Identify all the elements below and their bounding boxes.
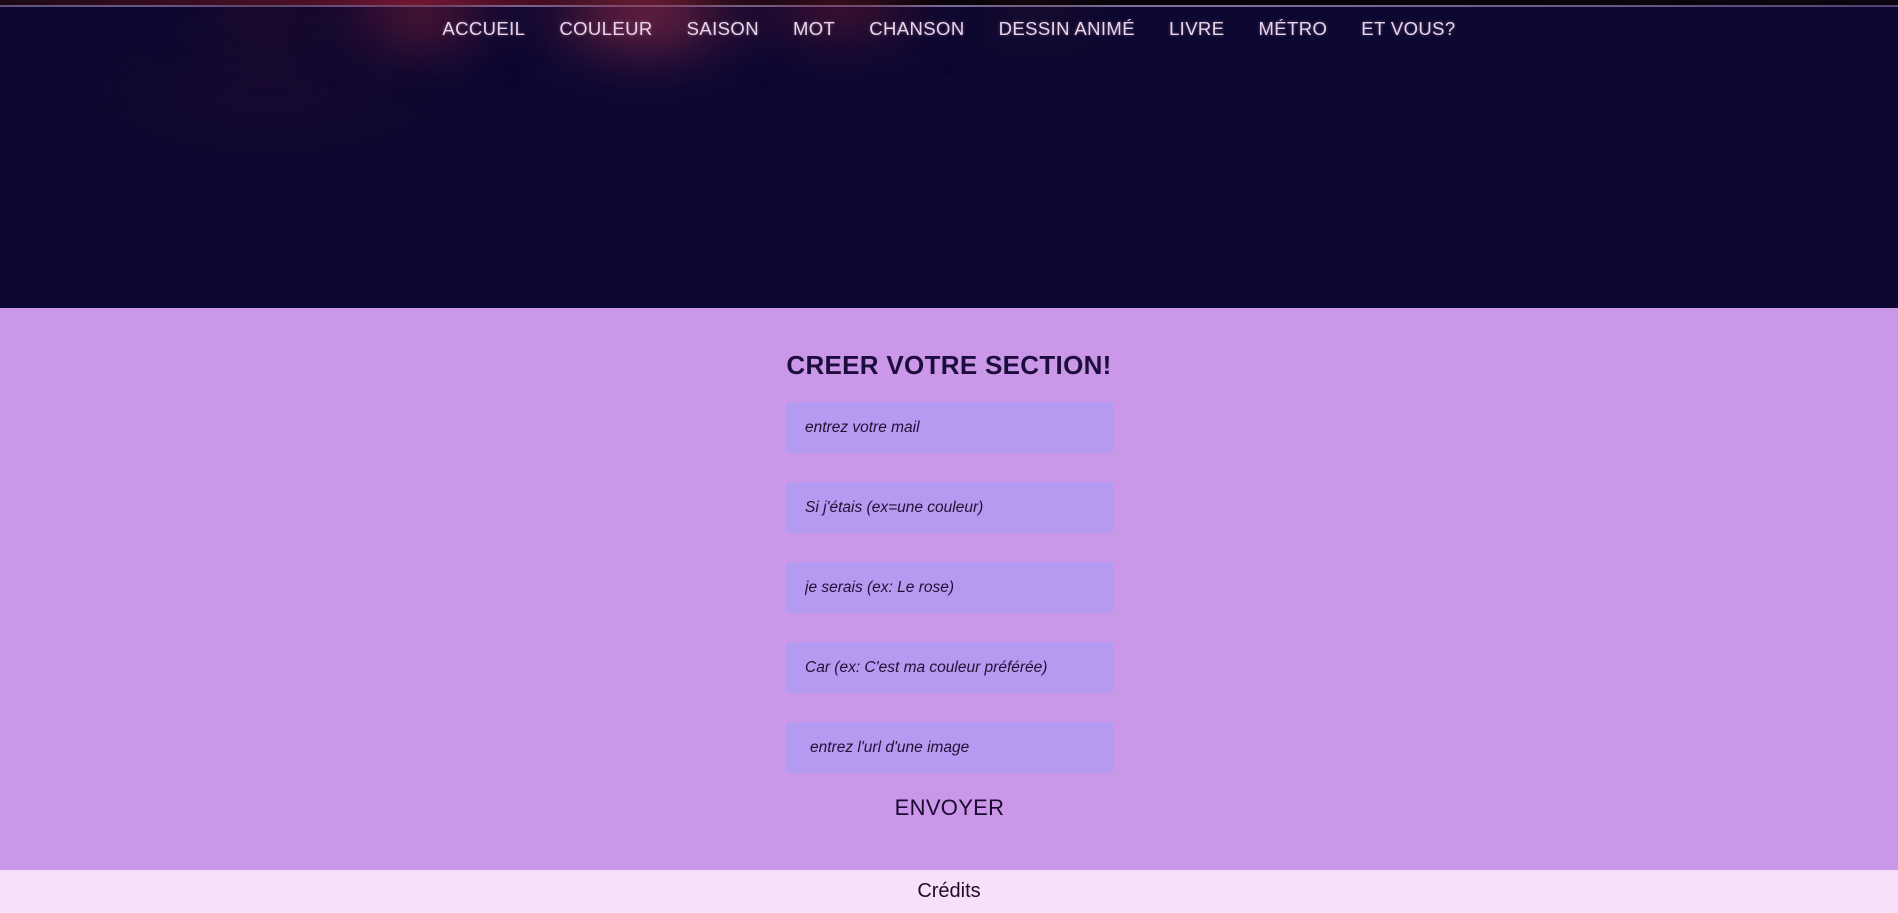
email-field[interactable] — [786, 402, 1113, 453]
nav-item-mot[interactable]: MOT — [776, 18, 852, 40]
nav-item-metro[interactable]: MÉTRO — [1241, 18, 1344, 40]
i-would-be-field[interactable] — [786, 562, 1113, 613]
hero-glow-ambient — [60, 30, 480, 150]
submit-button[interactable]: ENVOYER — [786, 795, 1113, 821]
nav-item-accueil[interactable]: ACCUEIL — [425, 18, 542, 40]
nav-item-chanson[interactable]: CHANSON — [852, 18, 981, 40]
because-field[interactable] — [786, 642, 1113, 693]
nav-item-livre[interactable]: LIVRE — [1152, 18, 1241, 40]
page-title: CREER VOTRE SECTION! — [786, 350, 1112, 380]
hero-hairline-divider — [0, 5, 1898, 7]
nav-item-et-vous[interactable]: ET VOUS? — [1344, 18, 1472, 40]
main-navigation: ACCUEIL COULEUR SAISON MOT CHANSON DESSI… — [0, 18, 1898, 40]
hero-banner: ACCUEIL COULEUR SAISON MOT CHANSON DESSI… — [0, 0, 1898, 308]
nav-item-couleur[interactable]: COULEUR — [542, 18, 669, 40]
page-root: ACCUEIL COULEUR SAISON MOT CHANSON DESSI… — [0, 0, 1898, 913]
create-section-panel: CREER VOTRE SECTION! ENVOYER — [0, 308, 1898, 870]
image-url-field[interactable] — [786, 722, 1113, 773]
nav-item-dessin-anime[interactable]: DESSIN ANIMÉ — [982, 18, 1152, 40]
page-footer: Crédits — [0, 870, 1898, 913]
if-i-were-field[interactable] — [786, 482, 1113, 533]
create-section-form: ENVOYER — [786, 402, 1113, 821]
credits-link[interactable]: Crédits — [917, 880, 980, 903]
nav-item-saison[interactable]: SAISON — [670, 18, 776, 40]
